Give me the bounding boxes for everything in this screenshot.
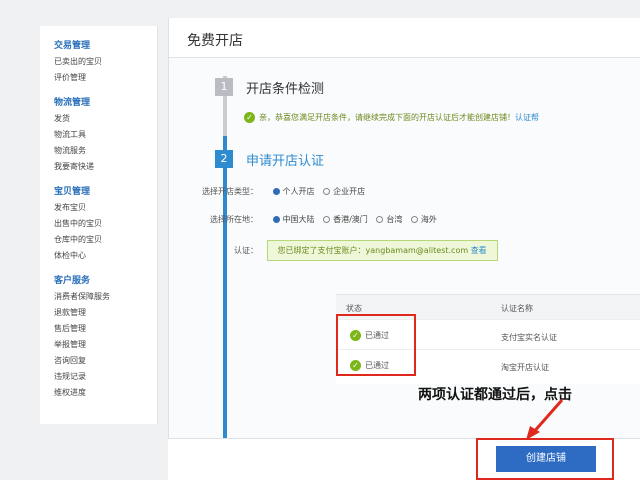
page-title: 免费开店 xyxy=(169,18,640,58)
sidebar-group-items: 宝贝管理 发布宝贝 出售中的宝贝 仓库中的宝贝 体检中心 xyxy=(54,184,157,264)
radio-overseas[interactable] xyxy=(410,216,418,223)
sidebar-group-title: 物流管理 xyxy=(54,98,91,108)
row-name: 支付宝实名认证 xyxy=(501,333,557,342)
shop-type-personal[interactable]: 个人开店 xyxy=(283,187,315,196)
sidebar-item-logistics-tools[interactable]: 物流工具 xyxy=(54,127,157,143)
sidebar-item-on-sale[interactable]: 出售中的宝贝 xyxy=(54,216,157,232)
notice-link[interactable]: 认证帮 xyxy=(515,113,539,122)
auth-row: 认证： 您已绑定了支付宝账户：yangbamam@alitest.com 查看 xyxy=(188,240,498,261)
auth-label: 认证： xyxy=(234,246,258,255)
shop-type-row: 选择开店类型： 个人开店 企业开店 xyxy=(188,186,365,197)
header-status: 状态 xyxy=(346,304,362,313)
sidebar-group-title: 宝贝管理 xyxy=(54,187,91,197)
step-2-badge: 2 xyxy=(215,150,233,168)
radio-enterprise[interactable] xyxy=(323,188,331,195)
radio-personal[interactable] xyxy=(272,188,280,195)
sidebar-item-violations[interactable]: 违规记录 xyxy=(54,369,157,385)
sidebar-group-title: 交易管理 xyxy=(54,41,91,51)
page: 交易管理 已卖出的宝贝 评价管理 物流管理 发货 物流工具 物流服务 我要寄快递… xyxy=(0,0,640,480)
status-highlight-box xyxy=(336,314,416,376)
sidebar-group-customer: 客户服务 消费者保障服务 退款管理 售后管理 举报管理 咨询回复 违规记录 维权… xyxy=(54,273,157,401)
location-taiwan[interactable]: 台湾 xyxy=(386,215,402,224)
sidebar-item-reviews[interactable]: 评价管理 xyxy=(54,70,157,86)
create-shop-button[interactable]: 创建店铺 xyxy=(496,446,596,472)
sidebar-item-logistics-service[interactable]: 物流服务 xyxy=(54,143,157,159)
sidebar-item-ship[interactable]: 发货 xyxy=(54,111,157,127)
sidebar-group-trade: 交易管理 已卖出的宝贝 评价管理 xyxy=(54,38,157,86)
notice-text: 亲，恭喜您满足开店条件，请继续完成下面的开店认证后才能创建店铺！ xyxy=(259,113,515,122)
radio-taiwan[interactable] xyxy=(376,216,384,223)
step-timeline xyxy=(223,86,227,446)
auth-view-link[interactable]: 查看 xyxy=(471,246,487,255)
sidebar-item-inquiries[interactable]: 咨询回复 xyxy=(54,353,157,369)
sidebar-item-warehouse[interactable]: 仓库中的宝贝 xyxy=(54,232,157,248)
sidebar-item-aftersale[interactable]: 售后管理 xyxy=(54,321,157,337)
auth-text: 您已绑定了支付宝账户：yangbamam@alitest.com xyxy=(277,246,469,255)
sidebar-item-checkup[interactable]: 体检中心 xyxy=(54,248,157,264)
sidebar-item-refunds[interactable]: 退款管理 xyxy=(54,305,157,321)
sidebar: 交易管理 已卖出的宝贝 评价管理 物流管理 发货 物流工具 物流服务 我要寄快递… xyxy=(40,26,158,424)
sidebar-group-title: 客户服务 xyxy=(54,276,91,286)
sidebar-item-sold[interactable]: 已卖出的宝贝 xyxy=(54,54,157,70)
sidebar-item-protection[interactable]: 消费者保障服务 xyxy=(54,289,157,305)
header-name: 认证名称 xyxy=(501,304,533,313)
auth-status-box: 您已绑定了支付宝账户：yangbamam@alitest.com 查看 xyxy=(266,240,498,261)
eligibility-notice: ✓ 亲，恭喜您满足开店条件，请继续完成下面的开店认证后才能创建店铺！认证帮 xyxy=(244,112,539,123)
step-2-title: 申请开店认证 xyxy=(246,154,325,169)
sidebar-item-reports[interactable]: 举报管理 xyxy=(54,337,157,353)
sidebar-group-logistics: 物流管理 发货 物流工具 物流服务 我要寄快递 xyxy=(54,95,157,175)
location-mainland[interactable]: 中国大陆 xyxy=(283,215,315,224)
sidebar-item-rights[interactable]: 维权进度 xyxy=(54,385,157,401)
location-label: 选择所在地： xyxy=(210,215,258,224)
check-icon: ✓ xyxy=(244,112,255,123)
shop-type-enterprise[interactable]: 企业开店 xyxy=(333,187,365,196)
radio-mainland[interactable] xyxy=(272,216,280,223)
step-1-badge: 1 xyxy=(215,78,233,96)
sidebar-item-express[interactable]: 我要寄快递 xyxy=(54,159,157,175)
location-hkmacau[interactable]: 香港/澳门 xyxy=(333,215,368,224)
row-name: 淘宝开店认证 xyxy=(501,363,549,372)
shop-type-label: 选择开店类型： xyxy=(202,187,258,196)
location-row: 选择所在地： 中国大陆 香港/澳门 台湾 海外 xyxy=(188,214,437,225)
step-1-title: 开店条件检测 xyxy=(246,82,325,97)
location-overseas[interactable]: 海外 xyxy=(421,215,437,224)
radio-hkmacau[interactable] xyxy=(323,216,331,223)
sidebar-item-publish[interactable]: 发布宝贝 xyxy=(54,200,157,216)
arrow-icon xyxy=(526,399,564,440)
